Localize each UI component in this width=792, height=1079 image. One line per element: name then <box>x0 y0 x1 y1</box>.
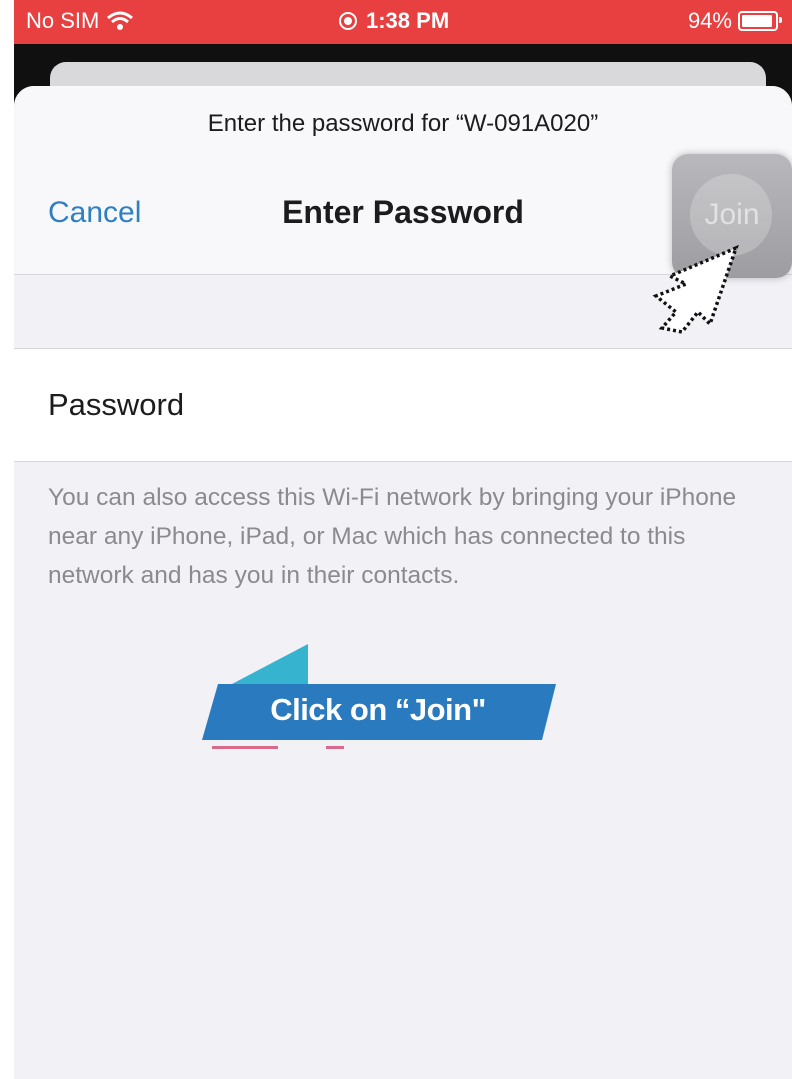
clock: 1:38 PM <box>366 8 450 33</box>
status-right: 94% <box>687 8 782 34</box>
battery-level <box>742 15 773 27</box>
banner-underline <box>326 746 344 749</box>
banner-fold <box>232 644 308 684</box>
carrier-label: No SIM <box>26 8 100 33</box>
cancel-button[interactable]: Cancel <box>48 196 141 230</box>
wifi-icon <box>107 11 134 30</box>
battery-percent: 94% <box>687 8 732 33</box>
password-input[interactable] <box>224 369 768 441</box>
password-label: Password <box>48 387 185 422</box>
banner-text: Click on “Join" <box>270 692 486 727</box>
phone-screen: No SIM 1:38 PM 94% Enter the password fo… <box>14 0 792 1079</box>
join-button-label: Join <box>704 198 760 231</box>
battery-icon <box>738 11 782 31</box>
info-text: You can also access this Wi-Fi network b… <box>48 484 737 589</box>
password-row: Password <box>14 348 792 462</box>
password-sheet: Enter the password for “W-091A020” Cance… <box>14 86 792 1079</box>
banner-underline <box>212 746 278 749</box>
network-prompt: Enter the password for “W-091A020” <box>207 110 599 137</box>
status-bar: No SIM 1:38 PM 94% <box>14 0 792 44</box>
status-left: No SIM <box>26 8 134 34</box>
screen-record-icon <box>339 12 357 30</box>
status-center: 1:38 PM <box>338 8 449 34</box>
hand-pointer-icon <box>652 244 739 334</box>
